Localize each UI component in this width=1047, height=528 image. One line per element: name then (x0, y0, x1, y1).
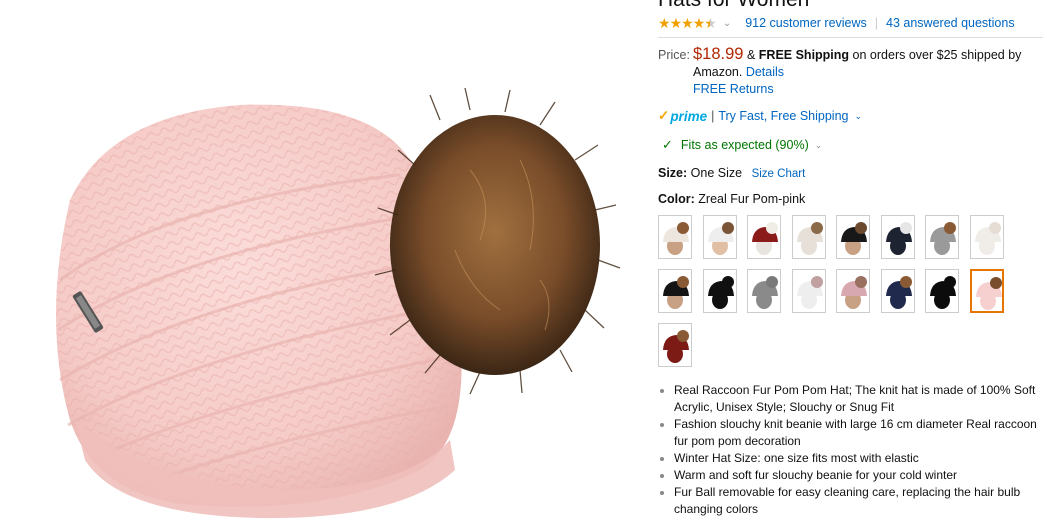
swatch-thumbnail (797, 276, 823, 309)
color-swatch[interactable] (703, 215, 737, 259)
color-swatch[interactable] (836, 215, 870, 259)
answered-questions-link[interactable]: 43 answered questions (886, 16, 1015, 30)
beanie-illustration (56, 87, 621, 519)
color-swatch[interactable] (881, 269, 915, 313)
swatch-thumbnail (841, 276, 867, 309)
swatch-thumbnail (976, 277, 1002, 310)
color-swatch[interactable] (792, 269, 826, 313)
color-swatch[interactable] (925, 269, 959, 313)
feature-bullet: Fur Ball removable for easy cleaning car… (674, 484, 1038, 518)
try-prime-link[interactable]: Try Fast, Free Shipping (718, 109, 848, 123)
color-value: Zreal Fur Pom-pink (698, 192, 806, 206)
swatch-thumbnail (663, 330, 689, 363)
color-row: Color: Zreal Fur Pom-pink (658, 192, 805, 206)
color-swatch[interactable] (925, 215, 959, 259)
color-swatch[interactable] (747, 215, 781, 259)
size-label: Size: (658, 166, 688, 180)
size-chart-link[interactable]: Size Chart (752, 168, 806, 180)
prime-divider: | (711, 109, 715, 123)
prime-logo-text: prime (670, 108, 708, 124)
swatch-thumbnail (752, 222, 778, 255)
feature-bullet: Warm and soft fur slouchy beanie for you… (674, 467, 1038, 484)
feature-list: Real Raccoon Fur Pom Pom Hat; The knit h… (658, 382, 1038, 518)
swatch-thumbnail (975, 222, 1001, 255)
swatch-thumbnail (708, 222, 734, 255)
feature-bullet: Real Raccoon Fur Pom Pom Hat; The knit h… (674, 382, 1038, 416)
size-value: One Size (690, 166, 743, 180)
color-swatch[interactable] (881, 215, 915, 259)
price-label: Price: (658, 48, 690, 62)
swatch-thumbnail (663, 276, 689, 309)
swatch-thumbnail (752, 276, 778, 309)
price-amount: $18.99 (693, 45, 744, 63)
half-star-icon: ★ (704, 15, 717, 31)
color-label: Color: (658, 192, 695, 206)
fit-row[interactable]: ✓ Fits as expected (90%) ⌄ (662, 137, 822, 153)
prime-row: ✓ prime | Try Fast, Free Shipping ⌄ (658, 108, 862, 124)
chevron-down-icon[interactable]: ⌄ (854, 111, 862, 122)
swatch-thumbnail (841, 222, 867, 255)
star-icon: ★ (658, 15, 671, 31)
prime-logo: ✓ prime (658, 108, 707, 124)
color-swatch[interactable] (703, 269, 737, 313)
rating-row: ★ ★ ★ ★ ★ ⌄ 912 customer reviews | 43 an… (658, 15, 1015, 31)
color-swatch[interactable] (970, 269, 1004, 313)
color-swatch[interactable] (792, 215, 826, 259)
divider (658, 37, 1043, 38)
free-returns-link[interactable]: FREE Returns (693, 82, 774, 96)
swatch-thumbnail (797, 222, 823, 255)
swatch-thumbnail (708, 276, 734, 309)
color-swatch[interactable] (970, 215, 1004, 259)
fit-text: Fits as expected (90%) (680, 138, 809, 152)
color-swatch[interactable] (658, 323, 692, 367)
color-swatch[interactable] (836, 269, 870, 313)
star-icon: ★ (692, 15, 706, 31)
details-link[interactable]: Details (746, 65, 784, 79)
swatch-thumbnail (886, 222, 912, 255)
swatch-thumbnail (930, 222, 956, 255)
star-icon: ★ (669, 15, 683, 31)
amp-text: & (746, 48, 756, 62)
swatch-thumbnail (663, 222, 689, 255)
color-swatch[interactable] (658, 269, 692, 313)
color-swatch[interactable] (658, 215, 692, 259)
feature-bullet: Fashion slouchy knit beanie with large 1… (674, 416, 1038, 450)
check-icon: ✓ (662, 137, 673, 152)
feature-bullet: Winter Hat Size: one size fits most with… (674, 450, 1038, 467)
shipping-text: on orders over $25 shipped by Amazon. (693, 48, 1022, 79)
separator: | (874, 16, 879, 30)
product-title: Hats for Women (658, 0, 809, 12)
feature-bullets: Real Raccoon Fur Pom Pom Hat; The knit h… (658, 382, 1038, 518)
prime-check-icon: ✓ (658, 108, 670, 123)
star-rating[interactable]: ★ ★ ★ ★ ★ (658, 15, 717, 31)
swatch-thumbnail (930, 276, 956, 309)
chevron-down-icon[interactable]: ⌄ (815, 140, 823, 151)
color-swatch[interactable] (747, 269, 781, 313)
star-icon: ★ (681, 15, 694, 31)
chevron-down-icon[interactable]: ⌄ (723, 18, 731, 29)
customer-reviews-link[interactable]: 912 customer reviews (745, 16, 867, 30)
swatch-thumbnail (886, 276, 912, 309)
size-row: Size: One Size Size Chart (658, 166, 805, 180)
product-main-image[interactable] (0, 0, 650, 523)
free-shipping-text: FREE Shipping (758, 48, 850, 62)
